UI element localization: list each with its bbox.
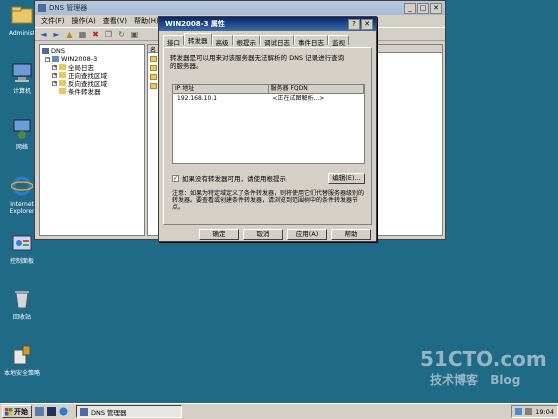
- menu-file[interactable]: 文件(F): [41, 16, 65, 26]
- start-label: 开始: [14, 407, 28, 416]
- desktop: Administ 计算机 网络 Internet Explorer 控制面板 回…: [0, 0, 558, 403]
- folder-icon: [59, 80, 66, 86]
- menu-action[interactable]: 操作(A): [72, 16, 96, 26]
- close-button[interactable]: ✕: [361, 18, 373, 30]
- expand-icon[interactable]: +: [52, 80, 57, 86]
- desktop-icon-label: 控制面板: [9, 258, 34, 265]
- tab-debug-logging[interactable]: 调试日志: [260, 35, 294, 47]
- tab-event-logging[interactable]: 事件日志: [294, 35, 328, 47]
- folder-icon: [11, 6, 33, 24]
- server-manager-icon[interactable]: [35, 407, 44, 416]
- windows-logo-icon: [5, 407, 13, 415]
- ok-button[interactable]: 确定: [199, 229, 239, 240]
- start-button[interactable]: 开始: [2, 405, 32, 418]
- tree-node-conditional-forwarders[interactable]: 条件转发器: [42, 87, 142, 96]
- use-root-hints-checkbox[interactable]: ✓: [172, 174, 179, 182]
- taskbar-item-dns-manager[interactable]: DNS 管理器: [76, 405, 182, 418]
- back-icon[interactable]: ◄: [39, 30, 48, 39]
- dns-tree: DNS − WIN2008-3 + 全局日志 + 正向查找区域 + 反向查找区域: [39, 44, 145, 236]
- network-icon: [13, 119, 31, 139]
- watermark-line3: Blog: [490, 373, 521, 387]
- folder-icon[interactable]: [150, 83, 157, 89]
- internet-explorer-icon: [10, 176, 34, 196]
- forwarders-tab-panel: 转发器是可以用来对该服务器无法解析的 DNS 记录进行查询的服务器。 IP 地址…: [163, 47, 372, 225]
- network-tray-icon[interactable]: [515, 408, 523, 415]
- dns-app-icon: [80, 407, 88, 416]
- system-tray: 19:04: [511, 405, 558, 418]
- ie-quicklaunch-icon[interactable]: [59, 407, 68, 416]
- desktop-icon-recycle-bin[interactable]: 回收站: [0, 288, 44, 321]
- cell-fqdn: <正在试图解析...>: [272, 95, 325, 102]
- tree-label: 条件转发器: [68, 88, 101, 96]
- folder-icon[interactable]: [150, 74, 157, 80]
- export-icon[interactable]: ▣: [130, 30, 139, 39]
- menu-view[interactable]: 查看(V): [103, 16, 127, 26]
- folder-icon[interactable]: [150, 65, 157, 71]
- maximize-button[interactable]: □: [417, 2, 429, 14]
- taskbar: 开始 DNS 管理器 19:04: [0, 403, 558, 419]
- tab-advanced[interactable]: 高级: [211, 35, 233, 47]
- security-policy-icon: [13, 345, 31, 365]
- folder-icon: [59, 88, 66, 94]
- dns-app-icon: [38, 4, 46, 12]
- powershell-icon[interactable]: [47, 407, 56, 416]
- server-icon: [52, 56, 59, 62]
- desktop-icon-security-policy[interactable]: 本地安全策略: [0, 344, 44, 377]
- edit-button[interactable]: 编辑(E)...: [328, 173, 365, 184]
- computer-icon: [12, 63, 32, 82]
- copy-icon[interactable]: ❐: [104, 30, 113, 39]
- column-server-fqdn[interactable]: 服务器 FQDN: [269, 85, 364, 93]
- dialog-tabs: 接口 转发器 高级 根提示 调试日志 事件日志 监视: [159, 31, 376, 47]
- cancel-button[interactable]: 取消: [243, 229, 283, 240]
- column-ip-address[interactable]: IP 地址: [173, 85, 269, 93]
- desktop-icon-label: 回收站: [12, 314, 31, 321]
- tab-root-hints[interactable]: 根提示: [232, 35, 260, 47]
- minimize-button[interactable]: _: [404, 2, 416, 14]
- dialog-titlebar[interactable]: WIN2008-3 属性 ? ✕: [159, 17, 376, 31]
- tree-node-dns[interactable]: DNS: [42, 47, 142, 55]
- forwarders-table[interactable]: IP 地址 服务器 FQDN 192.168.10.1 <正在试图解析...>: [172, 84, 365, 164]
- menu-help[interactable]: 帮助(H): [134, 16, 159, 26]
- forwarders-description: 转发器是可以用来对该服务器无法解析的 DNS 记录进行查询的服务器。: [170, 54, 345, 70]
- conditional-forwarder-note: 注意：如果为特定域定义了条件转发器，则将使用它们代替服务器级别的转发器。要查看或…: [172, 190, 365, 211]
- taskbar-item-label: DNS 管理器: [91, 408, 127, 417]
- watermark-line2: 技术博客: [430, 373, 479, 387]
- recycle-bin-icon: [15, 291, 29, 309]
- server-properties-dialog: WIN2008-3 属性 ? ✕ 接口 转发器 高级 根提示 调试日志 事件日志…: [158, 16, 377, 242]
- dns-window-titlebar[interactable]: DNS 管理器 _ □ ✕: [35, 1, 445, 15]
- watermark-line1: 51CTO.com: [420, 347, 547, 371]
- close-button[interactable]: ✕: [430, 2, 442, 14]
- dialog-buttons: 确定 取消 应用(A) 帮助: [199, 229, 371, 240]
- properties-icon[interactable]: ▦: [78, 30, 87, 39]
- control-panel-icon: [12, 235, 32, 251]
- tree-label: DNS: [51, 47, 65, 55]
- table-row[interactable]: 192.168.10.1 <正在试图解析...>: [173, 94, 364, 103]
- apply-button[interactable]: 应用(A): [287, 229, 327, 240]
- expand-icon[interactable]: +: [52, 64, 57, 70]
- cell-ip: 192.168.10.1: [177, 95, 218, 102]
- tab-interfaces[interactable]: 接口: [163, 35, 184, 47]
- forward-icon[interactable]: ►: [52, 30, 61, 39]
- dns-icon: [42, 48, 49, 54]
- dialog-title: WIN2008-3 属性: [165, 20, 225, 28]
- tab-forwarders[interactable]: 转发器: [184, 33, 212, 45]
- desktop-icon-label: 本地安全策略: [3, 370, 40, 377]
- watermark: 51CTO.com 技术博客 Blog: [420, 347, 547, 388]
- clock[interactable]: 19:04: [535, 408, 554, 416]
- help-button[interactable]: 帮助: [331, 229, 371, 240]
- folder-icon[interactable]: [150, 56, 157, 62]
- expand-icon[interactable]: +: [52, 72, 57, 78]
- folder-icon: [59, 64, 66, 70]
- dns-window-title: DNS 管理器: [49, 4, 88, 12]
- tab-monitoring[interactable]: 监视: [328, 35, 349, 47]
- up-folder-icon[interactable]: ▲: [65, 30, 74, 39]
- collapse-icon[interactable]: −: [45, 56, 50, 62]
- delete-icon[interactable]: ✖: [91, 30, 100, 39]
- folder-icon: [59, 72, 66, 78]
- refresh-icon[interactable]: ↻: [117, 30, 126, 39]
- use-root-hints-label: 如果没有转发器可用，请使用根提示: [182, 175, 286, 183]
- forwarders-table-header: IP 地址 服务器 FQDN: [173, 85, 364, 94]
- volume-tray-icon[interactable]: [525, 408, 533, 415]
- help-icon[interactable]: ?: [348, 18, 360, 30]
